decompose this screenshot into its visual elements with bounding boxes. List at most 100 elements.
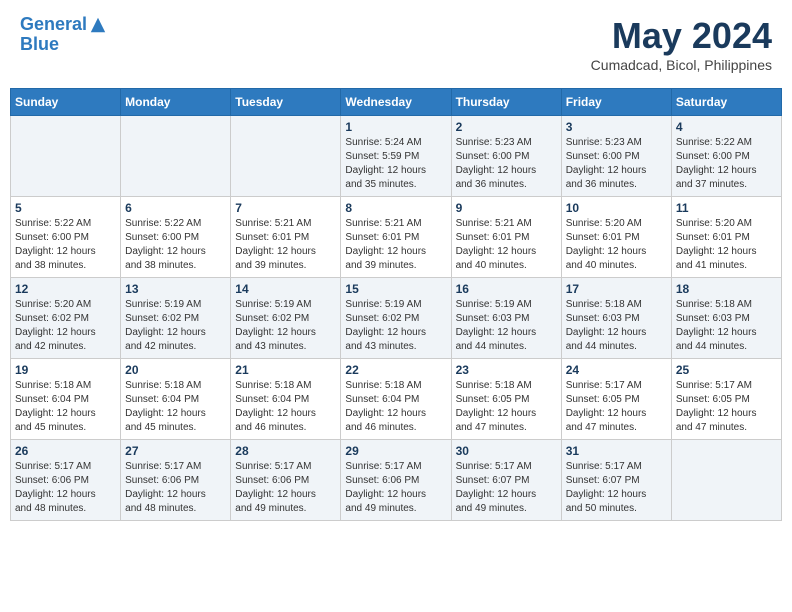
calendar-cell: 4 Sunrise: 5:22 AM Sunset: 6:00 PM Daylig… (671, 116, 781, 197)
day-info: Sunrise: 5:19 AM Sunset: 6:02 PM Dayligh… (345, 298, 446, 354)
calendar-cell: 13 Sunrise: 5:19 AM Sunset: 6:02 PM Dayli… (121, 278, 231, 359)
day-info: Sunrise: 5:17 AM Sunset: 6:06 PM Dayligh… (345, 460, 446, 516)
calendar-cell (671, 440, 781, 521)
day-number: 7 (235, 201, 336, 215)
calendar-cell: 24 Sunrise: 5:17 AM Sunset: 6:05 PM Dayli… (561, 359, 671, 440)
day-info: Sunrise: 5:23 AM Sunset: 6:00 PM Dayligh… (456, 136, 557, 192)
calendar-cell: 3 Sunrise: 5:23 AM Sunset: 6:00 PM Daylig… (561, 116, 671, 197)
day-number: 8 (345, 201, 446, 215)
day-number: 25 (676, 363, 777, 377)
day-number: 21 (235, 363, 336, 377)
day-info: Sunrise: 5:17 AM Sunset: 6:07 PM Dayligh… (456, 460, 557, 516)
calendar-cell: 8 Sunrise: 5:21 AM Sunset: 6:01 PM Daylig… (341, 197, 451, 278)
day-info: Sunrise: 5:17 AM Sunset: 6:06 PM Dayligh… (125, 460, 226, 516)
day-info: Sunrise: 5:17 AM Sunset: 6:05 PM Dayligh… (566, 379, 667, 435)
day-info: Sunrise: 5:20 AM Sunset: 6:01 PM Dayligh… (566, 217, 667, 273)
day-info: Sunrise: 5:18 AM Sunset: 6:03 PM Dayligh… (566, 298, 667, 354)
calendar-cell: 28 Sunrise: 5:17 AM Sunset: 6:06 PM Dayli… (231, 440, 341, 521)
day-info: Sunrise: 5:18 AM Sunset: 6:04 PM Dayligh… (345, 379, 446, 435)
day-info: Sunrise: 5:22 AM Sunset: 6:00 PM Dayligh… (676, 136, 777, 192)
calendar-cell: 26Sunrise: 5:17 AM Sunset: 6:06 PM Dayli… (11, 440, 121, 521)
logo-text: General (20, 15, 87, 35)
week-row-2: 5 Sunrise: 5:22 AM Sunset: 6:00 PM Daylig… (11, 197, 782, 278)
day-info: Sunrise: 5:21 AM Sunset: 6:01 PM Dayligh… (345, 217, 446, 273)
day-info: Sunrise: 5:18 AM Sunset: 6:04 PM Dayligh… (125, 379, 226, 435)
day-info: Sunrise: 5:24 AM Sunset: 5:59 PM Dayligh… (345, 136, 446, 192)
day-info: Sunrise: 5:17 AM Sunset: 6:05 PM Dayligh… (676, 379, 777, 435)
day-number: 13 (125, 282, 226, 296)
calendar-header: SundayMondayTuesdayWednesdayThursdayFrid… (11, 89, 782, 116)
calendar-cell: 5Sunrise: 5:22 AM Sunset: 6:00 PM Daylig… (11, 197, 121, 278)
calendar-cell: 29 Sunrise: 5:17 AM Sunset: 6:06 PM Dayli… (341, 440, 451, 521)
day-number: 6 (125, 201, 226, 215)
day-number: 16 (456, 282, 557, 296)
day-info: Sunrise: 5:21 AM Sunset: 6:01 PM Dayligh… (456, 217, 557, 273)
logo: General Blue (20, 15, 107, 55)
day-info: Sunrise: 5:23 AM Sunset: 6:00 PM Dayligh… (566, 136, 667, 192)
calendar-table: SundayMondayTuesdayWednesdayThursdayFrid… (10, 88, 782, 521)
calendar-cell: 25 Sunrise: 5:17 AM Sunset: 6:05 PM Dayli… (671, 359, 781, 440)
calendar-cell: 6 Sunrise: 5:22 AM Sunset: 6:00 PM Daylig… (121, 197, 231, 278)
day-number: 24 (566, 363, 667, 377)
day-number: 4 (676, 120, 777, 134)
day-info: Sunrise: 5:22 AM Sunset: 6:00 PM Dayligh… (125, 217, 226, 273)
calendar-cell: 7Sunrise: 5:21 AM Sunset: 6:01 PM Daylig… (231, 197, 341, 278)
week-row-1: 1 Sunrise: 5:24 AM Sunset: 5:59 PM Daylig… (11, 116, 782, 197)
day-number: 31 (566, 444, 667, 458)
calendar-cell: 15 Sunrise: 5:19 AM Sunset: 6:02 PM Dayli… (341, 278, 451, 359)
day-info: Sunrise: 5:17 AM Sunset: 6:07 PM Dayligh… (566, 460, 667, 516)
calendar-cell: 31 Sunrise: 5:17 AM Sunset: 6:07 PM Dayli… (561, 440, 671, 521)
day-info: Sunrise: 5:19 AM Sunset: 6:03 PM Dayligh… (456, 298, 557, 354)
day-number: 26 (15, 444, 116, 458)
calendar-cell: 30 Sunrise: 5:17 AM Sunset: 6:07 PM Dayli… (451, 440, 561, 521)
day-number: 2 (456, 120, 557, 134)
calendar-body: 1 Sunrise: 5:24 AM Sunset: 5:59 PM Daylig… (11, 116, 782, 521)
week-row-3: 12 Sunrise: 5:20 AM Sunset: 6:02 PM Dayli… (11, 278, 782, 359)
calendar-cell: 22Sunrise: 5:18 AM Sunset: 6:04 PM Dayli… (341, 359, 451, 440)
location: Cumadcad, Bicol, Philippines (591, 57, 772, 73)
day-info: Sunrise: 5:18 AM Sunset: 6:05 PM Dayligh… (456, 379, 557, 435)
calendar-cell: 17 Sunrise: 5:18 AM Sunset: 6:03 PM Dayli… (561, 278, 671, 359)
month-title: May 2024 (591, 15, 772, 57)
logo-icon (89, 16, 107, 34)
day-number: 12 (15, 282, 116, 296)
calendar-cell: 19Sunrise: 5:18 AM Sunset: 6:04 PM Dayli… (11, 359, 121, 440)
calendar-cell: 23Sunrise: 5:18 AM Sunset: 6:05 PM Dayli… (451, 359, 561, 440)
day-header-friday: Friday (561, 89, 671, 116)
day-number: 1 (345, 120, 446, 134)
day-number: 15 (345, 282, 446, 296)
day-header-monday: Monday (121, 89, 231, 116)
day-number: 11 (676, 201, 777, 215)
day-number: 5 (15, 201, 116, 215)
day-number: 30 (456, 444, 557, 458)
day-info: Sunrise: 5:18 AM Sunset: 6:03 PM Dayligh… (676, 298, 777, 354)
day-number: 20 (125, 363, 226, 377)
day-info: Sunrise: 5:17 AM Sunset: 6:06 PM Dayligh… (235, 460, 336, 516)
week-row-4: 19 Sunrise: 5:18 AM Sunset: 6:04 PM Dayli… (11, 359, 782, 440)
calendar-cell: 1 Sunrise: 5:24 AM Sunset: 5:59 PM Daylig… (341, 116, 451, 197)
calendar-cell: 12 Sunrise: 5:20 AM Sunset: 6:02 PM Dayli… (11, 278, 121, 359)
day-number: 18 (676, 282, 777, 296)
calendar-cell: 9 Sunrise: 5:21 AM Sunset: 6:01 PM Daylig… (451, 197, 561, 278)
calendar-cell: 21Sunrise: 5:18 AM Sunset: 6:04 PM Dayli… (231, 359, 341, 440)
calendar-cell (231, 116, 341, 197)
day-header-saturday: Saturday (671, 89, 781, 116)
day-number: 28 (235, 444, 336, 458)
day-number: 27 (125, 444, 226, 458)
day-info: Sunrise: 5:20 AM Sunset: 6:01 PM Dayligh… (676, 217, 777, 273)
page-header: General Blue May 2024 Cumadcad, Bicol, P… (10, 10, 782, 78)
day-header-thursday: Thursday (451, 89, 561, 116)
day-number: 3 (566, 120, 667, 134)
day-info: Sunrise: 5:20 AM Sunset: 6:02 PM Dayligh… (15, 298, 116, 354)
day-number: 9 (456, 201, 557, 215)
day-number: 14 (235, 282, 336, 296)
day-header-tuesday: Tuesday (231, 89, 341, 116)
day-number: 10 (566, 201, 667, 215)
day-number: 19 (15, 363, 116, 377)
day-number: 17 (566, 282, 667, 296)
day-info: Sunrise: 5:19 AM Sunset: 6:02 PM Dayligh… (125, 298, 226, 354)
day-number: 29 (345, 444, 446, 458)
day-header-sunday: Sunday (11, 89, 121, 116)
calendar-cell: 18 Sunrise: 5:18 AM Sunset: 6:03 PM Dayli… (671, 278, 781, 359)
calendar-cell (121, 116, 231, 197)
